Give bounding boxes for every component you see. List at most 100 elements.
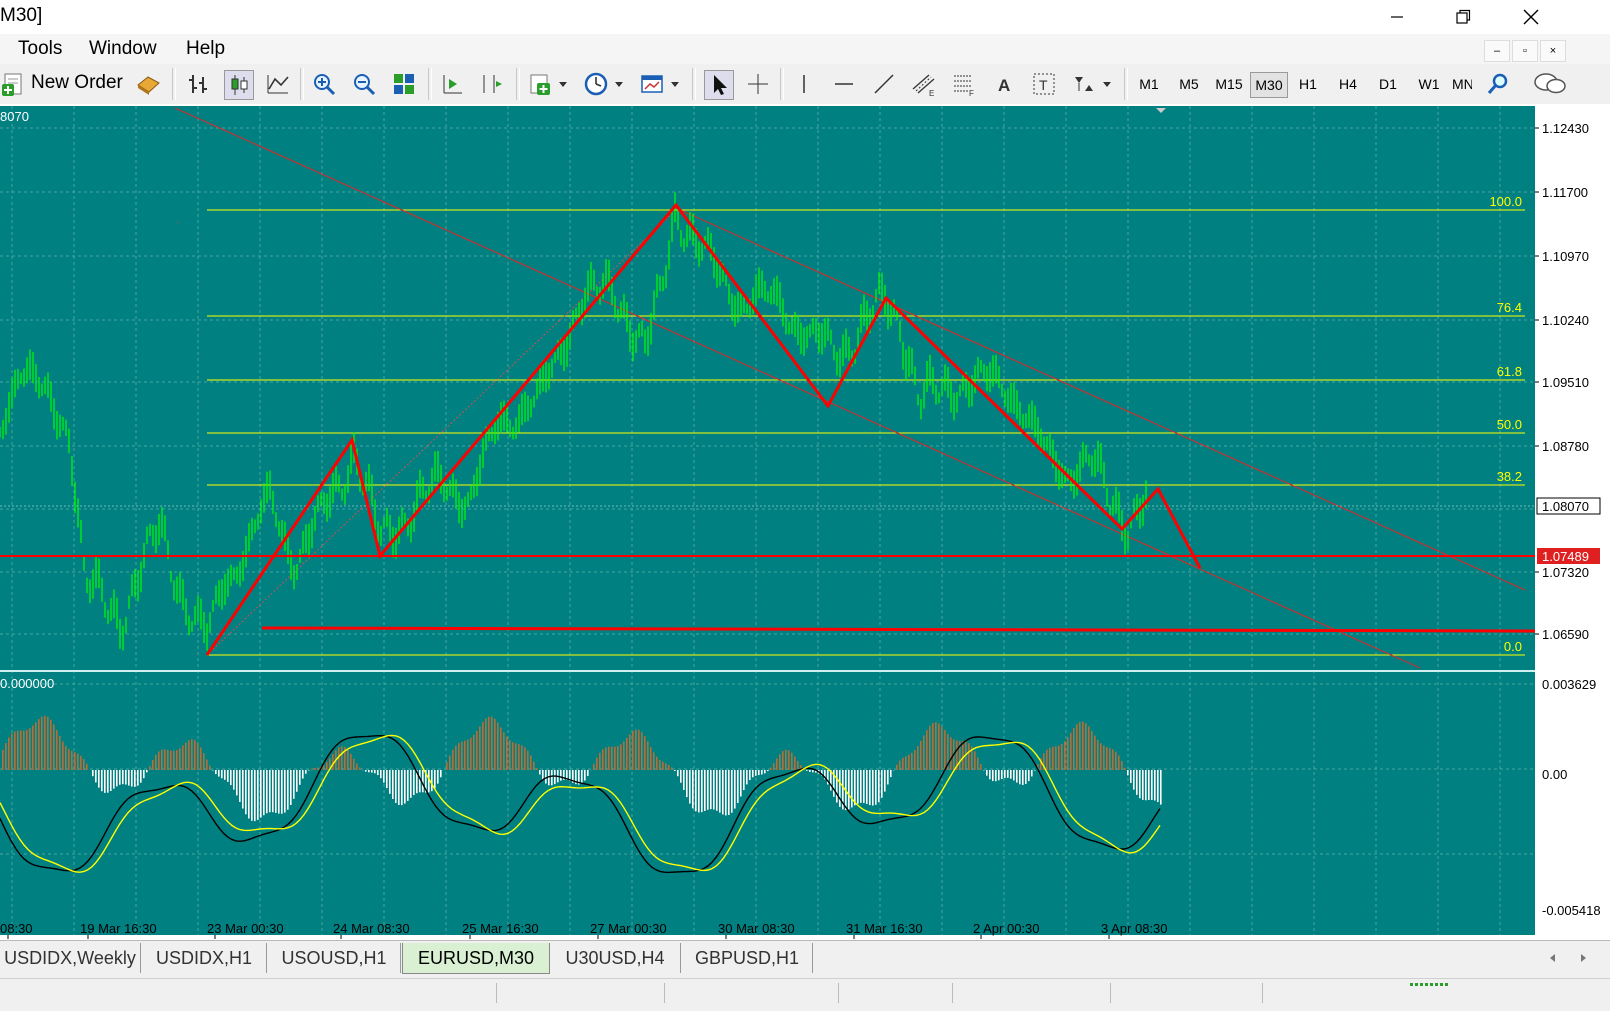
fibonacci-button[interactable]: F xyxy=(950,70,978,98)
chart-area[interactable]: 100.076.461.850.038.20.0 · 1.124301.1170… xyxy=(0,104,1610,940)
zoom-out-icon xyxy=(351,71,377,97)
tab-eurusd-m30[interactable]: EURUSD,M30 xyxy=(402,943,550,974)
timeframe-h4[interactable]: H4 xyxy=(1332,72,1364,96)
tab-u30usd-h4[interactable]: U30USD,H4 xyxy=(550,943,681,973)
templates-dropdown[interactable] xyxy=(668,70,682,98)
arrows-dropdown[interactable] xyxy=(1100,70,1114,98)
bar-chart-button[interactable] xyxy=(184,70,212,98)
status-divider xyxy=(838,983,839,1003)
child-restore-button[interactable]: ▫ xyxy=(1512,40,1538,62)
histogram-bar xyxy=(383,770,385,783)
restore-button[interactable] xyxy=(1440,0,1486,34)
crosshair-button[interactable] xyxy=(744,70,772,98)
candlestick-button[interactable] xyxy=(224,70,254,100)
timeframe-d1[interactable]: D1 xyxy=(1372,72,1404,96)
histogram-bar xyxy=(1073,728,1075,770)
tile-windows-button[interactable] xyxy=(390,70,418,98)
trendline-button[interactable] xyxy=(870,70,898,98)
histogram-bar xyxy=(734,770,736,809)
timeframe-mn[interactable]: MN xyxy=(1452,72,1472,96)
chart-shift-button[interactable] xyxy=(478,70,506,98)
timeframe-m1[interactable]: M1 xyxy=(1132,72,1166,96)
histogram-bar xyxy=(722,770,724,814)
histogram-bar xyxy=(164,749,166,770)
histogram-bar xyxy=(923,735,925,770)
equidistant-channel-button[interactable]: E xyxy=(910,70,938,98)
zoom-in-button[interactable] xyxy=(310,70,338,98)
histogram-bar xyxy=(851,770,853,807)
indicators-dropdown[interactable] xyxy=(556,70,570,98)
minimize-button[interactable] xyxy=(1374,0,1420,34)
line-chart-button[interactable] xyxy=(264,70,292,98)
tab-usdidx-h1[interactable]: USDIDX,H1 xyxy=(142,943,267,973)
periods-button[interactable] xyxy=(582,70,610,98)
menu-window[interactable]: Window xyxy=(89,38,157,60)
histogram-bar xyxy=(107,770,109,793)
histogram-bar xyxy=(917,746,919,770)
arrows-button[interactable] xyxy=(1070,70,1098,98)
histogram-bar xyxy=(44,716,46,770)
histogram-bar xyxy=(1133,770,1135,790)
tab-scroll-right[interactable] xyxy=(1570,943,1596,973)
timeframe-w1[interactable]: W1 xyxy=(1412,72,1446,96)
new-order-button[interactable] xyxy=(0,70,28,98)
histogram-bar xyxy=(515,743,517,770)
histogram-bar xyxy=(272,770,274,812)
templates-button[interactable] xyxy=(638,70,666,98)
auto-scroll-button[interactable] xyxy=(438,70,466,98)
histogram-bar xyxy=(170,751,172,770)
child-minimize-button[interactable]: – xyxy=(1484,40,1510,62)
histogram-bar xyxy=(149,766,151,770)
tab-usdidx-weekly[interactable]: USDIDX,Weekly xyxy=(0,943,141,973)
text-label-button[interactable]: T xyxy=(1030,70,1058,98)
histogram-bar xyxy=(1013,770,1015,780)
chat-button[interactable] xyxy=(1530,70,1570,98)
timeframe-h1[interactable]: H1 xyxy=(1292,72,1324,96)
vertical-line-icon xyxy=(791,71,817,97)
timeframe-m30[interactable]: M30 xyxy=(1250,72,1288,98)
menu-tools[interactable]: Tools xyxy=(18,38,62,60)
histogram-bar xyxy=(215,770,217,774)
histogram-bar xyxy=(65,746,67,770)
histogram-bar xyxy=(20,731,22,770)
histogram-bar xyxy=(194,740,196,770)
histogram-bar xyxy=(875,770,877,805)
tab-gbpusd-h1[interactable]: GBPUSD,H1 xyxy=(682,943,813,973)
text-button[interactable]: A xyxy=(990,70,1018,98)
tab-scroll-left[interactable] xyxy=(1540,943,1566,973)
experts-button[interactable] xyxy=(134,70,162,98)
connection-status-bar xyxy=(1410,983,1450,986)
svg-text:F: F xyxy=(969,89,974,97)
histogram-bar xyxy=(533,762,535,770)
search-button[interactable] xyxy=(1484,70,1512,98)
vertical-line-button[interactable] xyxy=(790,70,818,98)
new-order-label[interactable]: New Order xyxy=(31,72,123,94)
template-icon xyxy=(639,71,665,97)
histogram-bar xyxy=(47,717,49,770)
timeframe-m15[interactable]: M15 xyxy=(1210,72,1248,96)
dot-marker: · xyxy=(176,217,179,228)
indicators-button[interactable] xyxy=(526,70,554,98)
time-tick-label: 3 Apr 08:30 xyxy=(1101,921,1168,936)
horizontal-line-button[interactable] xyxy=(830,70,858,98)
histogram-bar xyxy=(332,754,334,770)
price-tick-label: 1.10970 xyxy=(1542,249,1589,264)
time-tick-label: 31 Mar 16:30 xyxy=(846,921,923,936)
histogram-bar xyxy=(323,765,325,770)
child-close-button[interactable]: × xyxy=(1540,40,1566,62)
tab-usousd-h1[interactable]: USOUSD,H1 xyxy=(268,943,401,973)
indicator-tick-label: -0.005418 xyxy=(1542,903,1601,918)
zoom-out-button[interactable] xyxy=(350,70,378,98)
periods-dropdown[interactable] xyxy=(612,70,626,98)
histogram-bar xyxy=(1106,747,1108,770)
menu-help[interactable]: Help xyxy=(186,38,225,60)
cursor-button[interactable] xyxy=(704,70,734,100)
histogram-bar xyxy=(746,770,748,784)
histogram-bar xyxy=(596,758,598,770)
close-button[interactable] xyxy=(1508,0,1554,34)
timeframe-m5[interactable]: M5 xyxy=(1172,72,1206,96)
histogram-bar xyxy=(602,749,604,770)
histogram-bar xyxy=(5,743,7,770)
histogram-bar xyxy=(1097,740,1099,770)
histogram-bar xyxy=(104,770,106,793)
